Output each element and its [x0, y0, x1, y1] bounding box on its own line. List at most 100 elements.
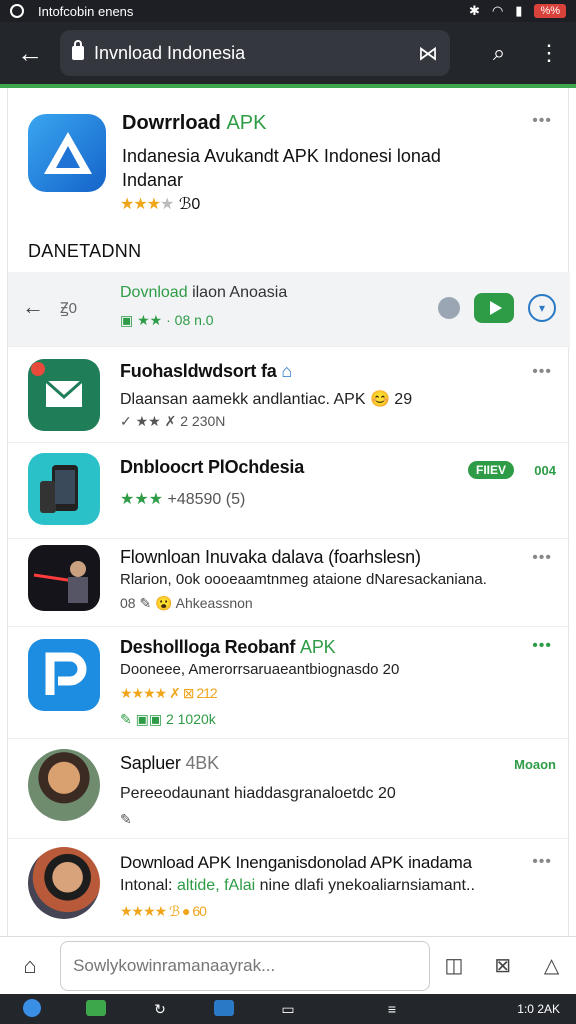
window-icon[interactable]: ▭: [256, 1001, 320, 1018]
house-outline-icon[interactable]: △: [527, 953, 576, 978]
item-description: Rlarion, 0ok oooeaamtnmeg ataione dNares…: [120, 571, 487, 588]
app-logo-icon: [10, 4, 24, 18]
item-line-text: Dlaansan aamekk andlantiac. APK: [120, 391, 366, 408]
featured-title-text: Dowrrload: [122, 112, 221, 134]
download-meta: ▣ ★★ · 08 n.0: [120, 312, 214, 328]
more-options-icon[interactable]: •••: [532, 549, 552, 567]
download-title-green: Dovnload: [120, 284, 188, 301]
status-badge: FIIEV: [467, 461, 514, 479]
item-name: Download APK Inenganisdonolad APK inadam…: [120, 853, 472, 872]
bookmark-icon[interactable]: ◫: [430, 953, 479, 978]
item-meta: ★★★★ ℬ ● 60: [120, 903, 207, 920]
item-side-label: Moaon: [514, 757, 556, 772]
video-app-icon: [28, 545, 100, 611]
item-meta-stars: ★★★★ ℬ ● 60: [120, 903, 207, 919]
list-item[interactable]: Dnbloocrt PlOchdesia FIIEV 004 ★★★ +4859…: [8, 442, 570, 538]
list-item[interactable]: Download APK Inenganisdonolad APK inadam…: [8, 838, 570, 936]
bottom-navigation: ⌂ ◫ ⊠ △: [0, 936, 576, 994]
play-button[interactable]: [474, 293, 514, 323]
item-name: Fuohasldwdsort fa ⌂: [120, 361, 292, 382]
item-meta: ★★★ +48590 (5): [120, 489, 245, 509]
item-meta-text: +48590 (5): [167, 491, 246, 508]
house-icon: ⌂: [281, 361, 293, 381]
avatar: [28, 749, 100, 821]
menu-lines-icon[interactable]: ≡: [360, 1001, 424, 1017]
list-item[interactable]: Deshollloga Reobanf APK Dooneee, Amerorr…: [8, 626, 570, 738]
item-meta-secondary: ✎ ▣▣ 2 1020k: [120, 711, 216, 727]
featured-app-description: Indanesia Avukandt APK Indonesi lonad In…: [122, 146, 441, 190]
item-line-text: Intonal:: [120, 877, 173, 894]
item-line-accent: altide, fAlai: [176, 877, 256, 894]
item-description: Dlaansan aamekk andlantiac. APK 😊 29: [120, 389, 412, 409]
avatar: [28, 847, 100, 919]
section-heading: DANETADNN: [28, 241, 142, 261]
item-meta: ✎: [120, 811, 132, 827]
featured-app-title[interactable]: Dowrrload APK: [122, 112, 267, 135]
item-name-text: Deshollloga Reobanf: [120, 637, 296, 657]
mail-app-icon: [28, 359, 100, 431]
tabs-icon[interactable]: ⊠: [478, 953, 527, 978]
system-taskbar: ↻ ▭ ≡ 1:0 2AK: [0, 994, 576, 1024]
item-side-label: 004: [534, 463, 556, 478]
list-item[interactable]: Flownloan Inuvaka dalava (foarhslesn) Rl…: [8, 538, 570, 626]
more-options-icon[interactable]: •••: [532, 637, 552, 655]
download-bar[interactable]: ← Ꙃ0 Dovnload ilaon Anoasia ▣ ★★ · 08 n.…: [8, 272, 570, 346]
search-icon[interactable]: ⌕: [474, 40, 524, 66]
list-item[interactable]: Sapluer 4BK Moaon Pereeodaunant hiaddasg…: [8, 738, 570, 838]
item-meta: ★★★★ ✗ ⊠ 212: [120, 685, 218, 702]
item-description: Pereeodaunant hiaddasgranaloetdc 20: [120, 785, 396, 802]
download-circle-icon[interactable]: ▾: [528, 294, 556, 322]
battery-indicator: %%: [534, 4, 566, 18]
status-bar: Intofcobin enens ✱ ◠ ▮ %%: [0, 0, 576, 22]
download-count: Ꙃ0: [60, 300, 77, 317]
p-app-icon: [28, 639, 100, 711]
back-arrow-icon[interactable]: ←: [0, 38, 60, 69]
item-meta: ✓ ★★ ✗ 2 230N: [120, 413, 226, 429]
status-icons: ✱ ◠ ▮ %%: [469, 3, 566, 19]
item-meta: 08 ✎ 😮 Ahkeassnon: [120, 595, 253, 611]
item-description: Intonal: altide, fAlai nine dlafi ynekoa…: [120, 877, 475, 895]
item-name: Deshollloga Reobanf APK: [120, 637, 336, 658]
download-title: Dovnload ilaon Anoasia: [120, 284, 287, 302]
info-icon[interactable]: [438, 297, 460, 319]
more-options-icon[interactable]: •••: [532, 363, 552, 381]
tab-switcher-icon[interactable]: ⋈: [418, 41, 438, 66]
back-arrow-icon[interactable]: ←: [22, 294, 44, 320]
item-name: Dnbloocrt PlOchdesia: [120, 457, 305, 477]
empty-star-icon: ★: [160, 196, 175, 213]
item-description: Dooneee, Amerorrsaruaeantbiognasdo 20: [120, 661, 400, 678]
status-title: Intofcobin enens: [38, 3, 134, 19]
item-name-text: Fuohasldwdsort fa: [120, 361, 277, 381]
star-rating-icon: ★★★: [120, 196, 161, 213]
item-line-rest: nine dlafi ynekoaliarnsiamant..: [259, 877, 475, 894]
signal-icon: ▮: [515, 3, 523, 18]
start-icon[interactable]: [0, 998, 64, 1020]
featured-app-icon: [28, 114, 106, 192]
wifi-icon: ◠: [491, 3, 504, 18]
app-blue-icon[interactable]: [192, 999, 256, 1019]
phone-app-icon: [28, 453, 100, 525]
rating-value: ℬ0: [178, 196, 201, 213]
browser-toolbar: ← Invnload Indonesia ⋈ ⌕ ⋮: [0, 22, 576, 84]
item-name: Sapluer 4BK: [120, 753, 219, 774]
url-text[interactable]: Invnload Indonesia: [94, 43, 418, 64]
app-green-icon[interactable]: [64, 999, 128, 1019]
item-line-accent: 😊 29: [369, 391, 413, 408]
home-icon[interactable]: ⌂: [0, 953, 60, 979]
taskbar-clock: 1:0 2AK: [517, 1002, 560, 1016]
featured-app-card[interactable]: Dowrrload APK Indanesia Avukandt APK Ind…: [8, 88, 570, 226]
download-title-dark: ilaon Anoasia: [192, 284, 288, 301]
lock-icon: [72, 40, 84, 60]
address-bar[interactable]: Invnload Indonesia ⋈: [60, 30, 450, 76]
list-item[interactable]: Fuohasldwdsort fa ⌂ Dlaansan aamekk andl…: [8, 346, 570, 442]
search-input[interactable]: [60, 940, 430, 991]
item-name-accent: APK: [300, 637, 336, 657]
bluetooth-icon: ✱: [469, 3, 480, 18]
more-options-icon[interactable]: •••: [532, 112, 552, 130]
menu-icon[interactable]: ⋮: [524, 40, 574, 66]
more-options-icon[interactable]: •••: [532, 853, 552, 871]
refresh-icon[interactable]: ↻: [128, 1001, 192, 1018]
item-meta-stars: ★★★★ ✗ ⊠ 212: [120, 685, 218, 701]
green-star-icon: ★★★: [120, 491, 164, 508]
item-name-suffix: 4BK: [185, 753, 219, 773]
